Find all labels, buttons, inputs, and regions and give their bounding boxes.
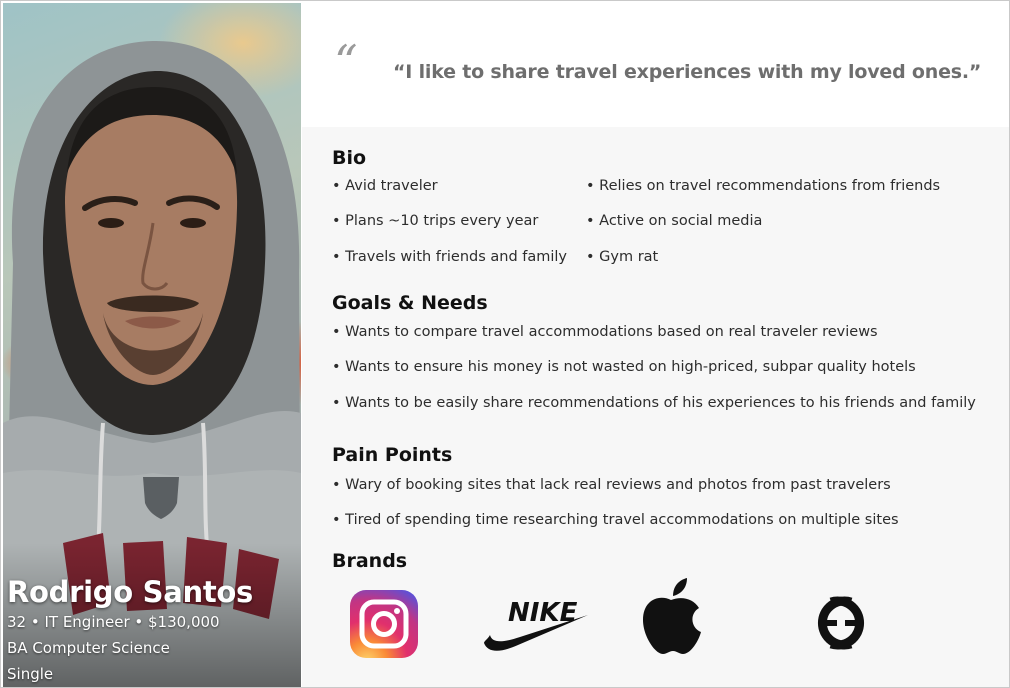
persona-education: BA Computer Science bbox=[7, 639, 170, 657]
bio-heading: Bio bbox=[332, 147, 367, 169]
apple-logo bbox=[639, 578, 703, 658]
persona-quote: “I like to share travel experiences with… bbox=[393, 61, 982, 83]
goals-item: • Wants to be easily share recommendatio… bbox=[332, 395, 976, 411]
persona-photo: Rodrigo Santos 32 • IT Engineer • $130,0… bbox=[3, 3, 301, 687]
persona-name: Rodrigo Santos bbox=[7, 575, 253, 609]
quote-section: “ “I like to share travel experiences wi… bbox=[302, 3, 1009, 127]
pain-point-item: • Wary of booking sites that lack real r… bbox=[332, 477, 891, 493]
goals-item: • Wants to compare travel accommodations… bbox=[332, 324, 878, 340]
gucci-logo bbox=[795, 590, 887, 660]
persona-details-section: Bio • Avid traveler • Plans ~10 trips ev… bbox=[302, 127, 1009, 687]
instagram-logo bbox=[350, 590, 418, 662]
bio-item: • Relies on travel recommendations from … bbox=[586, 178, 941, 194]
bio-item: • Travels with friends and family bbox=[332, 249, 568, 265]
persona-info: Rodrigo Santos 32 • IT Engineer • $130,0… bbox=[7, 575, 253, 687]
persona-card: Rodrigo Santos 32 • IT Engineer • $130,0… bbox=[0, 0, 1010, 688]
pain-points-heading: Pain Points bbox=[332, 444, 453, 466]
pain-point-item: • Tired of spending time researching tra… bbox=[332, 512, 899, 528]
persona-details: 32 • IT Engineer • $130,000 bbox=[7, 613, 220, 631]
goals-heading: Goals & Needs bbox=[332, 292, 488, 314]
bio-item: • Avid traveler bbox=[332, 178, 438, 194]
bio-item: • Plans ~10 trips every year bbox=[332, 213, 539, 229]
persona-status: Single bbox=[7, 665, 54, 683]
brands-heading: Brands bbox=[332, 550, 408, 572]
bio-item: • Gym rat bbox=[586, 249, 659, 265]
bio-item: • Active on social media bbox=[586, 213, 763, 229]
goals-item: • Wants to ensure his money is not waste… bbox=[332, 359, 916, 375]
nike-logo: NIKE bbox=[482, 597, 588, 657]
quote-mark-icon: “ bbox=[334, 35, 358, 89]
